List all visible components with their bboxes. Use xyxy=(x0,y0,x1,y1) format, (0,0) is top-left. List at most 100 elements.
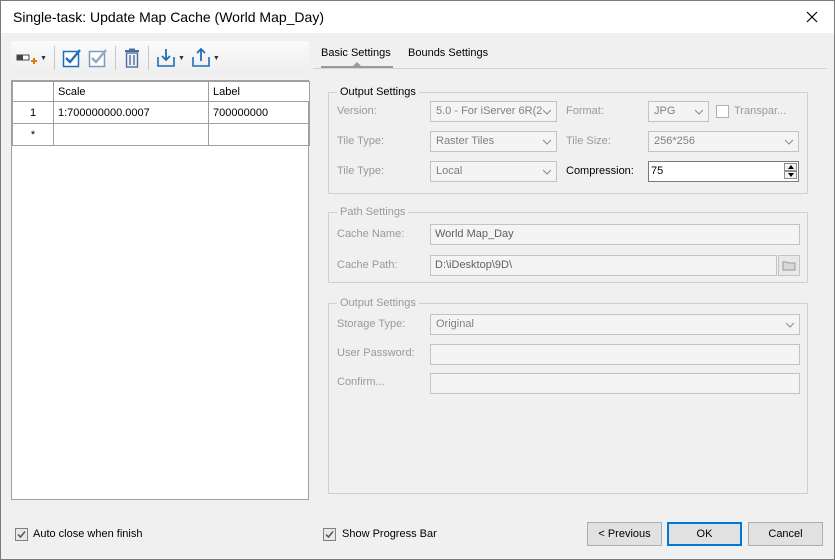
chevron-down-icon xyxy=(543,109,551,115)
column-header-label[interactable]: Label xyxy=(208,81,310,102)
add-scale-icon xyxy=(16,54,37,64)
version-label: Version: xyxy=(337,105,377,117)
title-bar[interactable]: Single-task: Update Map Cache (World Map… xyxy=(1,1,834,33)
cache-name-label: Cache Name: xyxy=(337,228,405,240)
scale-cell[interactable]: 1:700000000.0007 xyxy=(53,101,209,124)
user-password-label: User Password: xyxy=(337,347,415,359)
row-index[interactable]: 1 xyxy=(12,101,54,124)
caret-up-icon xyxy=(787,165,794,169)
import-button[interactable]: ▼ xyxy=(153,45,188,71)
compression-label: Compression: xyxy=(566,165,634,177)
table-header-row: Scale Label xyxy=(12,81,310,102)
tile-size-value: 256*256 xyxy=(654,135,695,147)
tile-size-label: Tile Size: xyxy=(566,135,611,147)
scale-toolbar: ▼ ▼ ▼ xyxy=(11,41,309,75)
checkmark-icon xyxy=(325,531,334,539)
active-tab-marker xyxy=(352,62,362,67)
delete-icon xyxy=(124,48,139,68)
cache-path-field[interactable]: D:\iDesktop\9D\ xyxy=(430,255,777,276)
chevron-down-icon: ▼ xyxy=(40,54,47,62)
column-header-scale[interactable]: Scale xyxy=(53,81,209,102)
tile-size-select[interactable]: 256*256 xyxy=(648,131,799,152)
cache-path-value: D:\iDesktop\9D\ xyxy=(435,259,513,271)
scale-table: Scale Label 1 1:700000000.0007 700000000… xyxy=(12,81,310,146)
table-row-new[interactable]: * xyxy=(12,123,310,146)
spin-up-button[interactable] xyxy=(784,163,797,171)
format-value: JPG xyxy=(654,105,676,117)
storage-type-select[interactable]: Original xyxy=(430,314,800,335)
previous-button[interactable]: < Previous xyxy=(587,522,662,546)
cache-name-value: World Map_Day xyxy=(435,228,514,240)
scale-grid[interactable]: Scale Label 1 1:700000000.0007 700000000… xyxy=(11,80,310,500)
chevron-down-icon: ▼ xyxy=(177,54,185,62)
checkmark-icon xyxy=(17,531,26,539)
select-inverse-button[interactable] xyxy=(85,45,111,71)
add-scale-button[interactable]: ▼ xyxy=(13,45,50,71)
output-settings-legend: Output Settings xyxy=(340,86,416,98)
select-inverse-icon xyxy=(88,49,107,68)
chevron-down-icon: ▼ xyxy=(212,54,220,62)
auto-close-label: Auto close when finish xyxy=(33,528,143,540)
cache-path-label: Cache Path: xyxy=(337,259,398,271)
cache-name-field[interactable]: World Map_Day xyxy=(430,224,800,245)
transparent-label: Transpar... xyxy=(734,105,787,117)
ok-button[interactable]: OK xyxy=(667,522,742,546)
select-all-icon xyxy=(62,49,81,68)
cancel-button[interactable]: Cancel xyxy=(748,522,823,546)
chevron-down-icon xyxy=(695,109,703,115)
format-label: Format: xyxy=(566,105,604,117)
user-password-field[interactable] xyxy=(430,344,800,365)
window-title: Single-task: Update Map Cache (World Map… xyxy=(13,9,324,25)
tab-bounds-settings[interactable]: Bounds Settings xyxy=(408,47,488,59)
version-select[interactable]: 5.0 - For iServer 6R(2 xyxy=(430,101,557,122)
chevron-down-icon xyxy=(786,322,794,328)
compression-spin-buttons xyxy=(784,163,797,180)
path-settings-legend: Path Settings xyxy=(340,206,406,218)
chevron-down-icon xyxy=(543,169,551,175)
spin-down-button[interactable] xyxy=(784,171,797,179)
toolbar-separator xyxy=(53,46,55,70)
storage-mode-label: Tile Type: xyxy=(337,165,385,177)
compression-value: 75 xyxy=(651,165,664,177)
compression-spinbox[interactable]: 75 xyxy=(648,161,799,182)
label-cell[interactable] xyxy=(208,123,310,146)
toolbar-separator xyxy=(114,46,116,70)
chevron-down-icon xyxy=(785,139,793,145)
confirm-password-field[interactable] xyxy=(430,373,800,394)
storage-type-value: Original xyxy=(436,318,474,330)
tab-basic-settings[interactable]: Basic Settings xyxy=(321,47,391,59)
export-button[interactable]: ▼ xyxy=(188,45,223,71)
confirm-password-label: Confirm... xyxy=(337,376,385,388)
storage-mode-select[interactable]: Local xyxy=(430,161,557,182)
tile-type-select[interactable]: Raster Tiles xyxy=(430,131,557,152)
tile-type-label: Tile Type: xyxy=(337,135,385,147)
browse-folder-button[interactable] xyxy=(778,255,800,276)
transparent-checkbox[interactable] xyxy=(716,105,729,118)
column-header-index xyxy=(12,81,54,102)
delete-button[interactable] xyxy=(120,45,144,71)
close-icon xyxy=(806,11,818,23)
auto-close-checkbox[interactable] xyxy=(15,528,28,541)
label-cell[interactable]: 700000000 xyxy=(208,101,310,124)
table-row[interactable]: 1 1:700000000.0007 700000000 xyxy=(12,101,310,124)
output-settings-legend-2: Output Settings xyxy=(340,297,416,309)
row-index[interactable]: * xyxy=(12,123,54,146)
tile-type-value: Raster Tiles xyxy=(436,135,495,147)
show-progress-label: Show Progress Bar xyxy=(342,528,437,540)
show-progress-checkbox[interactable] xyxy=(323,528,336,541)
chevron-down-icon xyxy=(543,139,551,145)
format-select[interactable]: JPG xyxy=(648,101,709,122)
folder-icon xyxy=(782,261,796,271)
version-value: 5.0 - For iServer 6R(2 xyxy=(436,105,543,117)
scale-cell[interactable] xyxy=(53,123,209,146)
close-button[interactable] xyxy=(802,7,822,27)
storage-type-label: Storage Type: xyxy=(337,318,406,330)
toolbar-separator xyxy=(147,46,149,70)
dialog-window: Single-task: Update Map Cache (World Map… xyxy=(0,0,835,560)
select-all-button[interactable] xyxy=(59,45,85,71)
storage-mode-value: Local xyxy=(436,165,463,177)
export-icon xyxy=(192,48,210,67)
caret-down-icon xyxy=(787,173,794,177)
import-icon xyxy=(157,49,175,67)
tab-strip-line xyxy=(313,68,827,69)
